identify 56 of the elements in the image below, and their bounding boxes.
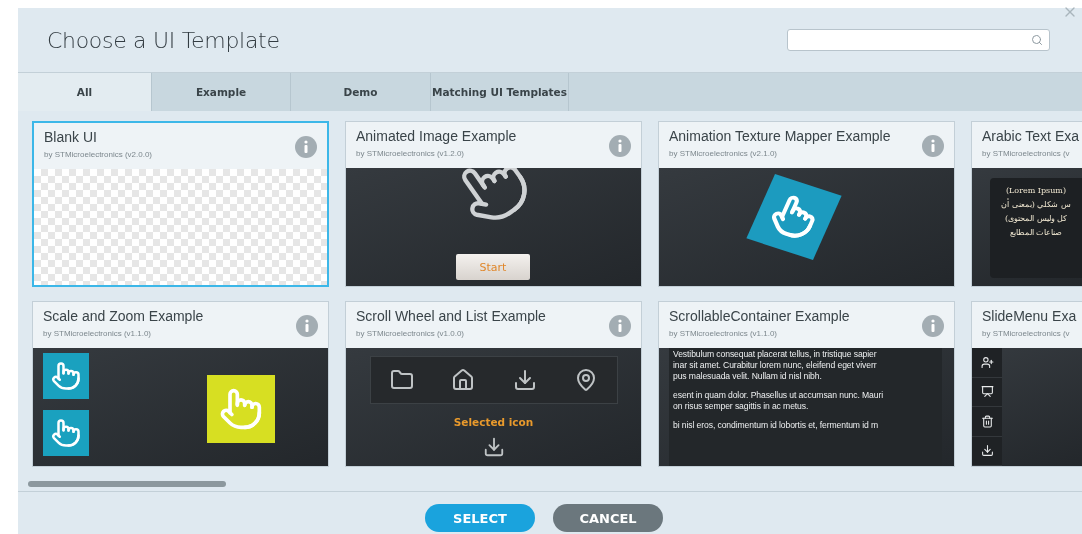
scrollbar-thumb[interactable]	[28, 481, 226, 487]
hand-tile-icon	[43, 410, 89, 456]
arabic-text-line: كل وليس المحتوى)	[1004, 214, 1068, 223]
hand-tile-icon	[207, 375, 275, 443]
info-icon[interactable]	[296, 315, 318, 337]
selected-icon-caption: Selected icon	[452, 416, 535, 428]
arabic-text-line: (Lorem Ipsum)	[1005, 186, 1067, 195]
template-card[interactable]: Scroll Wheel and List Example by STMicroelectronics (v1.0.0) Selected icon	[345, 301, 642, 467]
template-title: ScrollableContainer Example	[669, 308, 850, 324]
template-author: by STMicroelectronics (v2.1.0)	[669, 149, 778, 158]
add-user-icon	[980, 355, 994, 369]
template-card[interactable]: Animation Texture Mapper Example by STMicroelectronics (v2.1.0)	[658, 121, 955, 287]
download-icon	[980, 444, 994, 458]
cancel-button[interactable]: CANCEL	[553, 504, 663, 532]
home-icon	[451, 368, 476, 392]
info-icon[interactable]	[922, 315, 944, 337]
template-title: SlideMenu Exa	[982, 308, 1077, 324]
search-field[interactable]	[787, 29, 1050, 51]
dialog-title: Choose a UI Template	[47, 27, 280, 53]
download-icon	[483, 436, 505, 458]
template-title: Scroll Wheel and List Example	[356, 308, 546, 324]
template-author: by STMicroelectronics (v1.1.0)	[43, 329, 152, 338]
template-author: by STMicroelectronics (v	[982, 329, 1070, 338]
tab[interactable]: All	[18, 73, 152, 111]
search-icon	[1031, 34, 1043, 46]
arabic-text-line: صناعات المطابع	[1009, 228, 1063, 237]
template-card[interactable]: Scale and Zoom Example by STMicroelectronics (v1.1.0)	[32, 301, 329, 467]
template-author: by STMicroelectronics (v2.0.0)	[44, 150, 153, 159]
folder-icon	[389, 368, 414, 392]
template-title: Animated Image Example	[356, 128, 517, 144]
template-card[interactable]	[658, 301, 955, 467]
tab[interactable]: Matching UI Templates	[431, 73, 569, 111]
template-author: by STMicroelectronics (v1.2.0)	[356, 149, 465, 158]
info-icon[interactable]	[609, 135, 631, 157]
template-card[interactable]: SlideMenu Exa by STMicroelectronics (v	[971, 301, 1082, 467]
template-author: by STMicroelectronics (v1.1.0)	[669, 329, 778, 338]
template-title: Arabic Text Exa	[982, 128, 1079, 144]
start-button: Start	[456, 254, 530, 280]
text-paragraph: esent in quam dolor. Phasellus ut accumsan nunc. Mauri on risus semper sagittis in ac metus.	[673, 390, 885, 412]
template-card[interactable]: Animated Image Example by STMicroelectronics (v1.2.0) Start	[345, 121, 642, 287]
template-title: Animation Texture Mapper Example	[669, 128, 891, 144]
hand-tile-icon	[43, 353, 89, 399]
download-icon	[512, 368, 537, 392]
info-icon[interactable]	[922, 135, 944, 157]
trash-icon	[980, 414, 994, 428]
template-card[interactable]: Blank UI by STMicroelectronics (v2.0.0)	[32, 121, 329, 287]
text-paragraph: Vestibulum consequat placerat tellus, in tristique sapier inar sit amet. Curabitur lorem nunc, eleifend eget viverr pus malesuada velit. Nullam id nisl nibh.	[673, 349, 878, 382]
template-title: Blank UI	[44, 129, 97, 145]
template-author: by STMicroelectronics (v	[982, 149, 1070, 158]
template-title: Scale and Zoom Example	[43, 308, 204, 324]
arabic-text-line: س شكلي (بمعنى أن	[1001, 200, 1071, 209]
template-author: by STMicroelectronics (v1.0.0)	[356, 329, 465, 338]
info-icon[interactable]	[295, 136, 317, 158]
info-icon[interactable]	[609, 315, 631, 337]
text-paragraph: bi nisl eros, condimentum id lobortis et, fermentum id m	[673, 420, 880, 431]
slides-icon	[980, 385, 994, 399]
